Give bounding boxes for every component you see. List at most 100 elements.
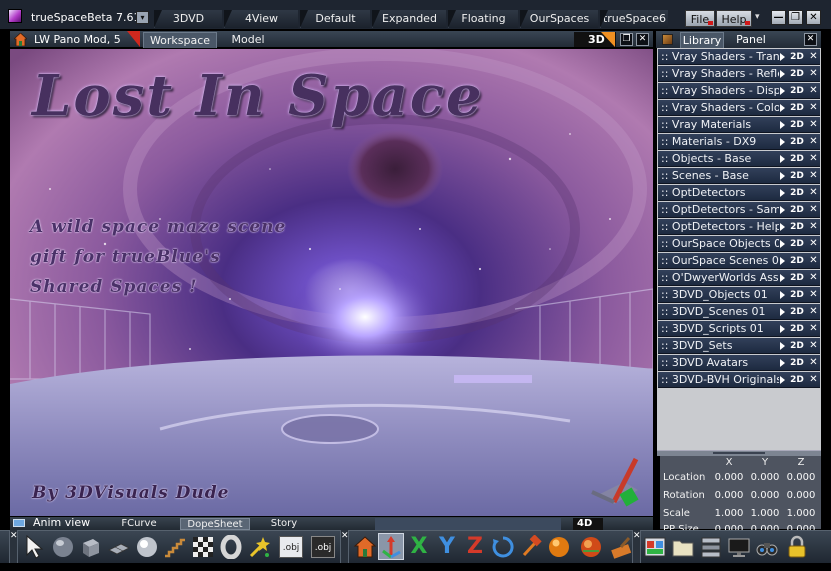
close-library-button[interactable]: ✕ — [808, 356, 819, 370]
x-axis-constraint-icon[interactable]: X — [406, 533, 432, 560]
viewport-restore-button[interactable]: ❐ — [620, 33, 633, 46]
view-2d-button[interactable]: 2D — [787, 101, 807, 115]
scale-y-field[interactable]: 1.000 — [748, 508, 782, 519]
close-library-button[interactable]: ✕ — [808, 322, 819, 336]
object-move-tool-icon[interactable] — [378, 533, 404, 560]
library-item[interactable]: :: Vray Shaders - Reflect 2D✕ — [658, 66, 820, 82]
expand-arrow-icon[interactable] — [780, 342, 785, 350]
view-2d-button[interactable]: 2D — [787, 305, 807, 319]
view-2d-button[interactable]: 2D — [787, 135, 807, 149]
expand-arrow-icon[interactable] — [780, 172, 785, 180]
magic-wand-icon[interactable] — [246, 533, 272, 560]
torus-primitive-icon[interactable] — [218, 533, 244, 560]
close-library-button[interactable]: ✕ — [808, 135, 819, 149]
checker-material-icon[interactable] — [190, 533, 216, 560]
location-z-field[interactable]: 0.000 — [784, 472, 818, 483]
close-library-button[interactable]: ✕ — [808, 237, 819, 251]
view-2d-button[interactable]: 2D — [787, 203, 807, 217]
close-library-button[interactable]: ✕ — [808, 305, 819, 319]
library-close-button[interactable]: ✕ — [804, 33, 817, 46]
toolbar-group-close-button[interactable]: ✕ — [632, 530, 641, 563]
binoculars-icon[interactable] — [754, 533, 780, 560]
library-item[interactable]: :: OurSpace Scenes 01 2D ✕ — [658, 253, 820, 269]
tab-story[interactable]: Story — [255, 518, 313, 530]
library-item[interactable]: :: O'DwyerWorlds Assets 2D✕ — [658, 270, 820, 286]
light-ball-icon[interactable] — [134, 533, 160, 560]
workspace-tab-truespace6[interactable]: trueSpace6 — [600, 10, 668, 28]
expand-arrow-icon[interactable] — [780, 376, 785, 384]
lock-icon[interactable] — [784, 533, 810, 560]
library-item[interactable]: :: Materials - DX9 2D ✕ — [658, 134, 820, 150]
expand-arrow-icon[interactable] — [780, 53, 785, 61]
close-library-button[interactable]: ✕ — [808, 186, 819, 200]
splitter-grip-icon[interactable] — [713, 452, 765, 454]
chevron-down-icon[interactable]: ▾ — [755, 12, 760, 22]
tab-workspace[interactable]: Workspace — [143, 32, 217, 48]
library-item[interactable]: :: OptDetectors 2D ✕ — [658, 185, 820, 201]
help-menu-button[interactable]: Help — [716, 10, 752, 27]
display-monitor-icon[interactable] — [726, 533, 752, 560]
library-item[interactable]: :: 3DVD Avatars 2D ✕ — [658, 355, 820, 371]
expand-arrow-icon[interactable] — [780, 223, 785, 231]
scene-editor-icon[interactable] — [642, 533, 668, 560]
workspace-tab-expanded[interactable]: Expanded — [372, 10, 446, 28]
close-library-button[interactable]: ✕ — [808, 373, 819, 387]
library-item[interactable]: :: Scenes - Base 2D ✕ — [658, 168, 820, 184]
view-2d-button[interactable]: 2D — [787, 152, 807, 166]
view-2d-button[interactable]: 2D — [787, 288, 807, 302]
expand-arrow-icon[interactable] — [780, 138, 785, 146]
view-2d-button[interactable]: 2D — [787, 271, 807, 285]
close-library-button[interactable]: ✕ — [808, 152, 819, 166]
close-library-button[interactable]: ✕ — [808, 271, 819, 285]
close-library-button[interactable]: ✕ — [808, 169, 819, 183]
close-library-button[interactable]: ✕ — [808, 67, 819, 81]
expand-arrow-icon[interactable] — [780, 291, 785, 299]
z-axis-constraint-icon[interactable]: Z — [462, 533, 488, 560]
minimize-button[interactable]: — — [771, 10, 786, 25]
toolbar-group-close-button[interactable]: ✕ — [9, 530, 18, 563]
library-item[interactable]: :: 3DVD_Sets 2D ✕ — [658, 338, 820, 354]
library-item[interactable]: :: 3DVD-BVH Originals 2D ✕ — [658, 372, 820, 388]
tab-dopesheet[interactable]: DopeSheet — [180, 518, 250, 530]
plane-primitive-icon[interactable] — [106, 533, 132, 560]
home-icon[interactable] — [14, 33, 27, 46]
material-sphere-icon[interactable] — [578, 533, 604, 560]
house-tool-icon[interactable] — [352, 533, 378, 560]
rotate-tool-icon[interactable] — [490, 533, 516, 560]
panel-layout-icon[interactable] — [698, 533, 724, 560]
cube-primitive-icon[interactable] — [78, 533, 104, 560]
library-item[interactable]: :: Vray Shaders - Color 2D ✕ — [658, 100, 820, 116]
view-mode-4d-button[interactable]: 4D — [573, 518, 603, 530]
view-2d-button[interactable]: 2D — [787, 356, 807, 370]
expand-arrow-icon[interactable] — [780, 189, 785, 197]
sphere-primitive-icon[interactable] — [50, 533, 76, 560]
view-2d-button[interactable]: 2D — [787, 118, 807, 132]
library-item[interactable]: :: 3DVD_Objects 01 2D ✕ — [658, 287, 820, 303]
expand-arrow-icon[interactable] — [780, 325, 785, 333]
close-library-button[interactable]: ✕ — [808, 84, 819, 98]
expand-arrow-icon[interactable] — [780, 121, 785, 129]
close-library-button[interactable]: ✕ — [808, 203, 819, 217]
close-library-button[interactable]: ✕ — [808, 288, 819, 302]
close-library-button[interactable]: ✕ — [808, 50, 819, 64]
library-item[interactable]: :: Objects - Base 2D ✕ — [658, 151, 820, 167]
workspace-tab-floating[interactable]: Floating — [448, 10, 518, 28]
expand-arrow-icon[interactable] — [780, 155, 785, 163]
obj-import-icon[interactable]: .obj — [278, 533, 304, 560]
location-x-field[interactable]: 0.000 — [712, 472, 746, 483]
library-item[interactable]: :: Vray Shaders - Transp 2D✕ — [658, 49, 820, 65]
rotation-y-field[interactable]: 0.000 — [748, 490, 782, 501]
expand-arrow-icon[interactable] — [780, 70, 785, 78]
view-2d-button[interactable]: 2D — [787, 322, 807, 336]
y-axis-constraint-icon[interactable]: Y — [434, 533, 460, 560]
hammer-tool-icon[interactable] — [518, 533, 544, 560]
expand-arrow-icon[interactable] — [780, 104, 785, 112]
tab-panel[interactable]: Panel — [728, 32, 774, 48]
toolbar-group-close-button[interactable]: ✕ — [340, 530, 349, 563]
folder-icon[interactable] — [670, 533, 696, 560]
workspace-tab-default[interactable]: Default — [300, 10, 370, 28]
library-item[interactable]: :: 3DVD_Scenes 01 2D ✕ — [658, 304, 820, 320]
tab-fcurve[interactable]: FCurve — [110, 518, 168, 530]
location-y-field[interactable]: 0.000 — [748, 472, 782, 483]
workspace-tab-ourspaces[interactable]: OurSpaces — [520, 10, 598, 28]
